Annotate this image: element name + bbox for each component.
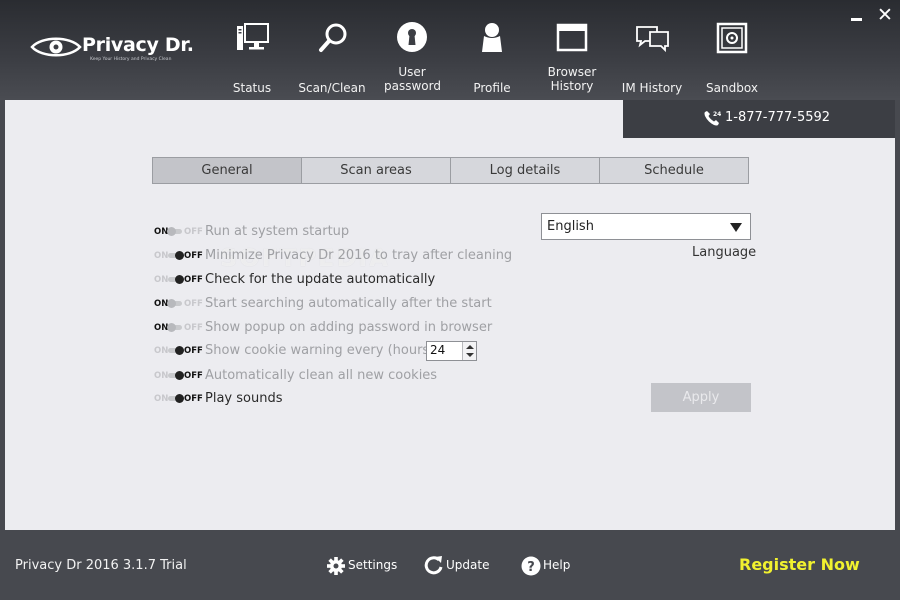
eye-logo-icon — [30, 37, 82, 57]
safe-icon — [716, 22, 748, 54]
nav-browser-history-text: Browser History — [547, 65, 597, 93]
nav-user-password-label: User password — [372, 65, 452, 93]
stepper-buttons — [462, 342, 476, 360]
nav-status-label: Status — [232, 81, 272, 95]
tab-log-details[interactable]: Log details — [451, 158, 600, 183]
svg-text:?: ? — [527, 560, 535, 575]
support-phone-number: 1-877-777-5592 — [725, 110, 831, 125]
toggle-password-popup[interactable]: ON OFF — [153, 322, 203, 334]
option-run-at-startup: ON OFF Run at system startup — [153, 223, 553, 241]
minimize-button[interactable] — [848, 5, 866, 25]
settings-tabs: General Scan areas Log details Schedule — [152, 157, 749, 184]
option-label: Show popup on adding password in browser — [205, 320, 493, 335]
nav-browser-history-label: Browser History — [532, 65, 612, 93]
refresh-icon — [424, 556, 443, 575]
stepper-up-icon[interactable] — [466, 345, 474, 349]
toggle-clean-cookies[interactable]: ON OFF — [153, 370, 203, 382]
language-select[interactable]: English — [541, 213, 751, 240]
app-logo: Privacy Dr. Keep Your History and Privac… — [30, 30, 200, 70]
nav-sandbox-label: Sandbox — [706, 81, 758, 95]
toggle-off-label: OFF — [184, 394, 203, 404]
toggle-off-label: OFF — [184, 371, 203, 381]
option-label: Minimize Privacy Dr 2016 to tray after c… — [205, 248, 513, 263]
apply-button[interactable]: Apply — [651, 383, 751, 412]
toggle-run-at-startup[interactable]: ON OFF — [153, 226, 203, 238]
option-password-popup: ON OFF Show popup on adding password in b… — [153, 319, 553, 337]
tab-schedule[interactable]: Schedule — [600, 158, 748, 183]
magnifier-icon — [319, 23, 347, 52]
option-label: Check for the update automatically — [205, 272, 436, 287]
phone-24h-icon: 24 — [704, 111, 721, 126]
toggle-play-sounds[interactable]: ON OFF — [153, 393, 203, 405]
keyhole-icon — [397, 22, 427, 52]
toggle-minimize-to-tray[interactable]: ON OFF — [153, 250, 203, 262]
option-label: Show cookie warning every (hours): — [205, 343, 439, 358]
monitor-icon — [237, 23, 269, 50]
nav-profile-label: Profile — [473, 81, 511, 95]
person-icon — [482, 23, 502, 52]
stepper-down-icon[interactable] — [466, 353, 474, 357]
option-clean-cookies: ON OFF Automatically clean all new cookie… — [153, 367, 553, 385]
option-minimize-to-tray: ON OFF Minimize Privacy Dr 2016 to tray a… — [153, 247, 553, 265]
help-label: Help — [543, 558, 571, 572]
toggle-on-label: ON — [154, 275, 169, 285]
tab-scan-areas[interactable]: Scan areas — [302, 158, 451, 183]
language-value: English — [547, 219, 594, 234]
tab-general[interactable]: General — [153, 158, 302, 183]
brand-tagline: Keep Your History and Privacy Clean — [90, 57, 172, 62]
option-label: Automatically clean all new cookies — [205, 368, 438, 383]
nav-scan-clean[interactable]: Scan/Clean — [292, 0, 372, 100]
update-label: Update — [446, 558, 490, 572]
svg-text:24: 24 — [713, 111, 721, 118]
toggle-off-label: OFF — [184, 251, 203, 261]
toggle-off-label: OFF — [184, 346, 203, 356]
dropdown-arrow-icon — [730, 223, 742, 232]
toggle-on-label: ON — [154, 251, 169, 261]
option-label: Run at system startup — [205, 224, 350, 239]
cookie-hours-stepper[interactable]: 24 — [426, 341, 477, 361]
toggle-off-label: OFF — [184, 323, 203, 333]
nav-user-password-text: User password — [384, 65, 441, 93]
help-button[interactable]: ? Help — [521, 554, 573, 578]
nav-im-history-label: IM History — [621, 81, 683, 95]
cookie-hours-value: 24 — [430, 343, 446, 357]
nav-status[interactable]: Status — [212, 0, 292, 100]
nav-scan-clean-label: Scan/Clean — [298, 81, 366, 95]
nav-profile[interactable]: Profile — [452, 0, 532, 100]
version-label: Privacy Dr 2016 3.1.7 Trial — [15, 558, 187, 573]
toggle-off-label: OFF — [184, 227, 203, 237]
chat-bubbles-icon — [636, 26, 669, 53]
browser-window-icon — [556, 23, 588, 52]
toggle-on-label: ON — [154, 371, 169, 381]
register-now-link[interactable]: Register Now — [739, 555, 860, 574]
option-auto-search: ON OFF Start searching automatically afte… — [153, 295, 553, 313]
option-check-updates: ON OFF Check for the update automatically — [153, 271, 553, 289]
header-bar: Privacy Dr. Keep Your History and Privac… — [0, 0, 900, 100]
gear-icon — [327, 557, 345, 575]
nav-user-password[interactable]: User password — [372, 0, 452, 100]
update-button[interactable]: Update — [424, 554, 490, 578]
support-phone-box: 24 1-877-777-5592 — [623, 100, 895, 138]
option-label: Start searching automatically after the … — [205, 296, 492, 311]
option-label: Play sounds — [205, 391, 283, 406]
toggle-auto-search[interactable]: ON OFF — [153, 298, 203, 310]
settings-label: Settings — [348, 558, 398, 572]
nav-sandbox[interactable]: Sandbox — [692, 0, 772, 100]
option-cookie-warning: ON OFF Show cookie warning every (hours): — [153, 342, 553, 360]
footer-bar: Privacy Dr 2016 3.1.7 Trial Settings Upd… — [0, 530, 900, 600]
nav-im-history[interactable]: IM History — [612, 0, 692, 100]
brand-name: Privacy Dr. — [82, 34, 194, 56]
toggle-off-label: OFF — [184, 275, 203, 285]
settings-button[interactable]: Settings — [326, 554, 398, 578]
option-play-sounds: ON OFF Play sounds — [153, 390, 553, 408]
toggle-on-label: ON — [154, 394, 169, 404]
toggle-check-updates[interactable]: ON OFF — [153, 274, 203, 286]
toggle-off-label: OFF — [184, 299, 203, 309]
close-button[interactable]: ✕ — [876, 4, 894, 26]
toggle-cookie-warning[interactable]: ON OFF — [153, 345, 203, 357]
nav-browser-history[interactable]: Browser History — [532, 0, 612, 100]
toggle-on-label: ON — [154, 346, 169, 356]
help-icon: ? — [521, 556, 541, 576]
language-label: Language — [692, 245, 757, 260]
